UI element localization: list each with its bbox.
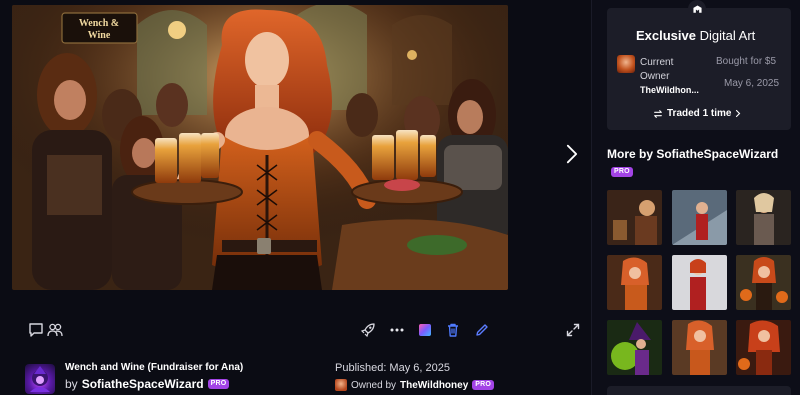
more-by-pro-badge: PRO (611, 167, 633, 177)
current-owner-name[interactable]: TheWildhon... (640, 85, 699, 95)
swap-icon (654, 109, 662, 118)
trash-icon (448, 323, 458, 337)
gallery-button[interactable] (416, 321, 434, 339)
thumb-image (736, 190, 791, 245)
thumb-image (607, 255, 662, 310)
comment-icon (29, 323, 43, 337)
edition-kind: Digital Art (699, 28, 756, 43)
more-artwork-thumb[interactable] (607, 255, 662, 310)
creator-link[interactable]: SofiatheSpaceWizard (82, 377, 204, 391)
next-card-edge (607, 386, 791, 395)
more-options-button[interactable] (388, 321, 406, 339)
comment-button[interactable] (27, 321, 45, 339)
owner-avatar[interactable] (335, 379, 347, 391)
trade-history-link[interactable]: Traded 1 time (653, 108, 741, 119)
card-badge (688, 0, 706, 18)
sign-line2: Wine (88, 30, 111, 41)
thumb-image (736, 320, 791, 375)
expand-button[interactable] (564, 321, 582, 339)
expand-icon (566, 323, 580, 337)
more-artwork-thumb[interactable] (672, 190, 727, 245)
edition-title: Exclusive Digital Art (636, 28, 755, 43)
thumb-image (736, 255, 791, 310)
more-artwork-thumb[interactable] (736, 320, 791, 375)
creator-avatar[interactable] (25, 364, 55, 394)
more-by-heading[interactable]: More by SofiatheSpaceWizard (607, 147, 778, 161)
owner-pro-badge: PRO (472, 380, 495, 390)
tavern-illustration: Wench & Wine (12, 5, 508, 290)
more-artwork-thumb[interactable] (672, 320, 727, 375)
thumb-image (672, 190, 727, 245)
owned-by-line: Owned by TheWildhoney PRO (335, 379, 495, 391)
creator-pro-badge: PRO (207, 379, 230, 389)
chevron-right-icon (736, 109, 741, 118)
sign-line1: Wench & (79, 18, 119, 29)
more-icon (390, 328, 404, 332)
thumb-image (672, 255, 727, 310)
artwork-title: Wench and Wine (Fundraiser for Ana) (65, 362, 244, 373)
creator-line: by SofiatheSpaceWizard PRO (65, 377, 230, 391)
makersplace-logo-icon (692, 4, 702, 13)
bought-date: May 6, 2025 (724, 78, 780, 89)
more-artwork-thumb[interactable] (736, 190, 791, 245)
pencil-icon (476, 324, 488, 336)
by-prefix: by (65, 377, 78, 391)
current-owner-avatar[interactable] (617, 55, 635, 73)
artwork-image[interactable]: Wench & Wine (12, 5, 508, 290)
more-artwork-thumb[interactable] (607, 190, 662, 245)
more-artwork-thumb[interactable] (672, 255, 727, 310)
collaborators-button[interactable] (46, 321, 64, 339)
traded-count: Traded 1 time (667, 108, 732, 119)
delete-button[interactable] (444, 321, 462, 339)
published-date: Published: May 6, 2025 (335, 362, 450, 374)
gallery-icon (419, 324, 431, 336)
more-artwork-thumb[interactable] (607, 320, 662, 375)
wizard-avatar-icon (30, 366, 50, 392)
thumb-image (607, 320, 662, 375)
thumb-image (672, 320, 727, 375)
boost-button[interactable] (359, 321, 377, 339)
rocket-icon (360, 323, 375, 338)
more-artwork-thumb[interactable] (736, 255, 791, 310)
edit-button[interactable] (473, 321, 491, 339)
owned-prefix: Owned by (351, 379, 397, 391)
current-owner-label: Current Owner (640, 57, 674, 82)
owner-link[interactable]: TheWildhoney (400, 380, 468, 391)
collaborators-icon (47, 323, 63, 337)
bought-price: Bought for $5 (716, 56, 777, 67)
thumb-image (607, 190, 662, 245)
edition-type: Exclusive (636, 28, 696, 43)
chevron-right-icon (566, 144, 578, 164)
next-image-button[interactable] (561, 140, 583, 168)
